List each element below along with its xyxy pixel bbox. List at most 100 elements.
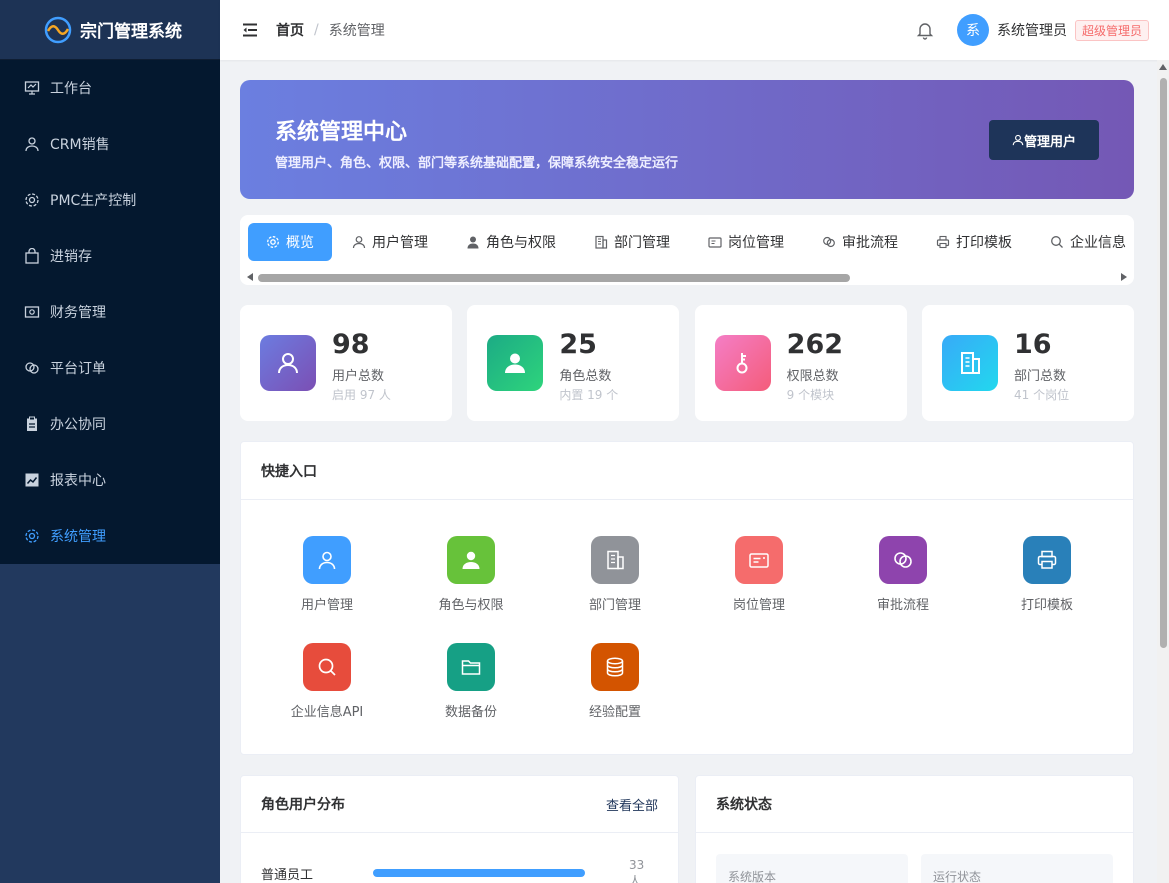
search-icon [303, 643, 351, 691]
quick-item-label: 打印模板 [1020, 598, 1073, 613]
sidebar-item-inventory[interactable]: 进销存 [0, 228, 220, 284]
stat-sub: 启用 97 人 [332, 388, 391, 402]
hero-banner: 系统管理中心 管理用户、角色、权限、部门等系统基础配置，保障系统安全稳定运行 管… [240, 80, 1134, 199]
role-distribution-card: 角色用户分布 查看全部 普通员工 33 人 [240, 775, 679, 883]
scroll-left-icon[interactable] [246, 273, 254, 281]
id-card-icon [735, 536, 783, 584]
quick-item-experience[interactable]: 经验配置 [543, 643, 687, 720]
sidebar-item-label: 进销存 [50, 249, 92, 265]
stat-card-roles[interactable]: 25 角色总数 内置 19 个 [467, 305, 680, 421]
breadcrumb-separator: / [314, 22, 319, 38]
page-scrollbar-thumb[interactable] [1160, 78, 1167, 648]
building-icon [595, 235, 608, 249]
link-icon [879, 536, 927, 584]
gear-icon [267, 236, 279, 248]
sidebar-item-dashboard[interactable]: 工作台 [0, 60, 220, 116]
system-status-header: 系统状态 [696, 776, 1133, 833]
stat-card-permissions[interactable]: 262 权限总数 9 个模块 [694, 305, 907, 421]
bell-icon[interactable] [915, 20, 935, 40]
user-icon [1012, 134, 1024, 146]
banner-title: 系统管理中心 [275, 120, 408, 145]
quick-item-backup[interactable]: 数据备份 [399, 643, 543, 720]
tab-label: 审批流程 [842, 235, 898, 251]
tab-roles[interactable]: 角色与权限 [448, 223, 574, 261]
tab-print[interactable]: 打印模板 [918, 223, 1030, 261]
quick-item-approval[interactable]: 审批流程 [831, 536, 975, 613]
page-scrollbar[interactable] [1157, 60, 1169, 883]
sidebar-item-pmc[interactable]: PMC生产控制 [0, 172, 220, 228]
sidebar-item-label: 财务管理 [50, 305, 106, 321]
tab-departments[interactable]: 部门管理 [576, 223, 688, 261]
sidebar-item-crm[interactable]: CRM销售 [0, 116, 220, 172]
quick-item-company-api[interactable]: 企业信息API [255, 643, 399, 720]
sidebar-item-system[interactable]: 系统管理 [0, 508, 220, 564]
run-status-box: 运行状态 [921, 854, 1113, 883]
stat-value: 25 [559, 329, 597, 360]
quick-item-users[interactable]: 用户管理 [255, 536, 399, 613]
sidebar-item-label: 办公协同 [50, 417, 106, 433]
top-header: 首页 / 系统管理 系 系统管理员 超级管理员 [220, 0, 1169, 60]
building-stat-icon [941, 335, 998, 391]
tab-overview[interactable]: 概览 [248, 223, 332, 261]
link-icon [823, 236, 835, 248]
key-stat-icon [714, 335, 771, 391]
quick-item-print[interactable]: 打印模板 [975, 536, 1119, 613]
stat-cards: 98 用户总数 启用 97 人 25 角色总数 内置 19 个 262 权限总数… [240, 305, 1134, 421]
breadcrumb-current: 系统管理 [328, 23, 385, 39]
tab-scrollbar-thumb[interactable] [258, 274, 850, 282]
avatar[interactable]: 系 [956, 14, 989, 46]
quick-item-label: 经验配置 [588, 705, 641, 720]
stat-value: 98 [332, 329, 370, 360]
database-icon [591, 643, 639, 691]
quick-item-label: 岗位管理 [732, 598, 785, 613]
breadcrumb: 首页 / 系统管理 [276, 20, 385, 40]
tab-positions[interactable]: 岗位管理 [690, 223, 802, 261]
sidebar: 宗门管理系统 工作台 CRM销售 PMC生产控制 进销存 财务管理 平台订单 办… [0, 0, 220, 883]
system-status-title: 系统状态 [716, 797, 772, 813]
gear-icon [25, 193, 39, 207]
sidebar-item-finance[interactable]: 财务管理 [0, 284, 220, 340]
quick-item-label: 用户管理 [300, 598, 353, 613]
tab-scrollbar[interactable] [246, 271, 1128, 282]
sidebar-item-orders[interactable]: 平台订单 [0, 340, 220, 396]
sidebar-item-label: PMC生产控制 [50, 193, 137, 209]
main-content: 系统管理中心 管理用户、角色、权限、部门等系统基础配置，保障系统安全稳定运行 管… [220, 60, 1157, 883]
stat-card-users[interactable]: 98 用户总数 启用 97 人 [240, 305, 452, 421]
stat-value: 262 [786, 329, 844, 360]
fold-menu-icon[interactable] [242, 22, 258, 38]
stat-label: 部门总数 [1013, 369, 1066, 384]
sidebar-menu: 工作台 CRM销售 PMC生产控制 进销存 财务管理 平台订单 办公协同 报表中… [0, 60, 220, 564]
tab-label: 打印模板 [956, 235, 1012, 251]
tab-row: 概览 用户管理 角色与权限 部门管理 岗位管理 审批流程 打印模板 企业信息 [248, 223, 1134, 261]
quick-item-roles[interactable]: 角色与权限 [399, 536, 543, 613]
bag-icon [25, 248, 39, 264]
sidebar-item-reports[interactable]: 报表中心 [0, 452, 220, 508]
quick-access-card: 快捷入口 用户管理 角色与权限 部门管理 岗位管理 审批流程 打印模板 企业信息… [240, 441, 1134, 755]
system-version-label: 系统版本 [728, 870, 777, 883]
building-icon [591, 536, 639, 584]
quick-item-positions[interactable]: 岗位管理 [687, 536, 831, 613]
run-status-label: 运行状态 [933, 870, 982, 883]
stat-sub: 内置 19 个 [559, 388, 619, 402]
scroll-up-icon[interactable] [1159, 63, 1167, 71]
tab-users[interactable]: 用户管理 [334, 223, 446, 261]
sidebar-item-label: 报表中心 [50, 473, 106, 489]
manage-users-button[interactable]: 管理用户 [989, 120, 1099, 160]
stat-card-departments[interactable]: 16 部门总数 41 个岗位 [921, 305, 1134, 421]
scroll-right-icon[interactable] [1120, 273, 1128, 281]
tab-label: 岗位管理 [728, 235, 784, 251]
clipboard-icon [27, 416, 37, 431]
sidebar-item-office[interactable]: 办公协同 [0, 396, 220, 452]
tab-bar: 概览 用户管理 角色与权限 部门管理 岗位管理 审批流程 打印模板 企业信息 [240, 215, 1134, 285]
sidebar-item-label: CRM销售 [50, 137, 110, 153]
breadcrumb-home[interactable]: 首页 [276, 20, 304, 40]
gear-icon [25, 529, 39, 543]
tab-approval[interactable]: 审批流程 [804, 223, 916, 261]
view-all-link[interactable]: 查看全部 [606, 795, 658, 814]
stat-value: 16 [1013, 329, 1052, 360]
tab-company[interactable]: 企业信息 [1032, 223, 1134, 261]
username[interactable]: 系统管理员 [997, 20, 1067, 40]
app-logo[interactable]: 宗门管理系统 [0, 0, 220, 60]
printer-icon [1023, 536, 1071, 584]
quick-item-departments[interactable]: 部门管理 [543, 536, 687, 613]
